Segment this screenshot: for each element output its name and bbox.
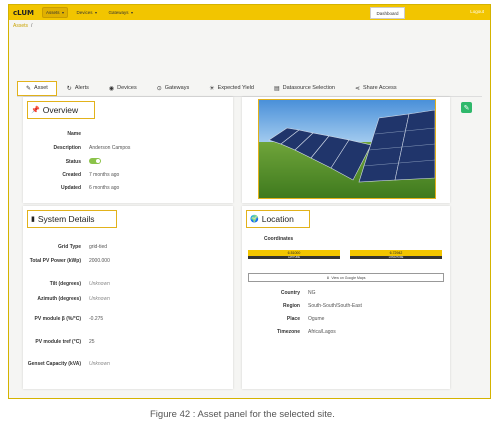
nav-gateways[interactable]: Gateways [106,8,136,17]
refresh-icon: ↻ [66,85,72,92]
tab-expected-yield[interactable]: ☀ Expected Yield [199,81,264,95]
bar-chart-icon: ▮ [31,216,35,223]
tab-datasource-selection[interactable]: ▤ Datasource Selection [264,81,345,95]
overview-description-row: Description Anderson Campos [53,145,131,151]
device-icon: ◉ [108,85,115,92]
overview-title: 📌 Overview [27,101,95,119]
breadcrumb-assets[interactable]: Assets [13,23,28,29]
chevron-down-icon [130,11,133,14]
database-icon: ▤ [273,85,280,92]
overview-updated-row: Updated 6 months ago [61,185,120,191]
asset-tabs: ✎ Asset ↻ Alerts ◉ Devices ⊙ Gateways ☀ Expec… [17,80,482,97]
gateway-icon: ⊙ [156,85,162,92]
location-place-row: Place Ogume [286,316,325,322]
overview-card: 📌 Overview Name Description Anderson Campo… [23,97,233,203]
location-card: 🌍 Location Coordinates 6.51000 LATITUDE 6… [242,206,450,389]
globe-icon: 🌍 [250,216,259,223]
system-details-title: ▮ System Details [27,210,117,228]
edit-icon[interactable]: ✎ [461,102,472,113]
overview-name-row: Name [67,131,81,137]
brand-logo[interactable]: cLUM [13,9,34,17]
location-timezone-row: Timezone Africa/Lagos [277,329,336,335]
tab-alerts[interactable]: ↻ Alerts [57,81,99,95]
sun-icon: ☀ [209,85,215,92]
pin-icon: 📌 [31,107,40,114]
coordinates-label: Coordinates [264,236,294,242]
overview-status-row: Status [23,158,101,166]
system-row: PV module β (%/°C) -0.275 [34,316,104,322]
photo-card [242,97,450,203]
tab-share-access[interactable]: ⋖ Share Access [345,81,407,95]
location-region-row: Region South-South/South-East [283,303,362,309]
breadcrumb: Assets / [13,23,33,29]
system-row: Total PV Power (kWp) 2000.000 [29,258,110,264]
tab-devices[interactable]: ◉ Devices [99,81,147,95]
tab-gateways[interactable]: ⊙ Gateways [147,81,200,95]
chevron-down-icon [94,11,97,14]
status-toggle[interactable] [89,158,101,164]
overview-created-row: Created 7 months ago [62,172,120,178]
system-details-card: ▮ System Details Grid Type grid-tied Total… [23,206,233,389]
chevron-down-icon [61,11,64,14]
figure-caption: Figure 42 : Asset panel for the selected… [150,409,335,420]
system-row: PV module tref (°C) 25 [35,339,95,345]
nav-devices[interactable]: Devices [74,8,100,17]
latitude-label: LATITUDE [248,256,340,259]
screenshot-frame: cLUM Assets Devices Gateways Dashboard L… [8,4,491,399]
location-title: 🌍 Location [246,210,310,228]
nav-assets[interactable]: Assets [42,7,68,18]
logout-link[interactable]: Logout [470,9,484,14]
system-row: Tilt (degrees) Unknown [49,281,110,287]
system-row: Grid Type grid-tied [58,244,108,250]
solar-panel-photo [259,100,435,198]
puzzle-icon: ✎ [26,85,32,92]
solar-panel-image [258,99,436,199]
system-row: Genset Capacity (kVA) Unknown [27,361,110,367]
map-marker-icon: ⬇ [326,275,330,280]
view-google-maps-button[interactable]: ⬇ View on Google Maps [248,273,444,282]
top-navbar: cLUM Assets Devices Gateways Dashboard L… [9,5,490,20]
dashboard-button[interactable]: Dashboard [370,7,405,19]
location-country-row: Country NG [280,290,316,296]
longitude-label: LONGITUDE [350,256,442,259]
system-row: Azimuth (degrees) Unknown [37,296,110,302]
share-icon: ⋖ [354,85,360,92]
tab-asset[interactable]: ✎ Asset [17,80,57,96]
